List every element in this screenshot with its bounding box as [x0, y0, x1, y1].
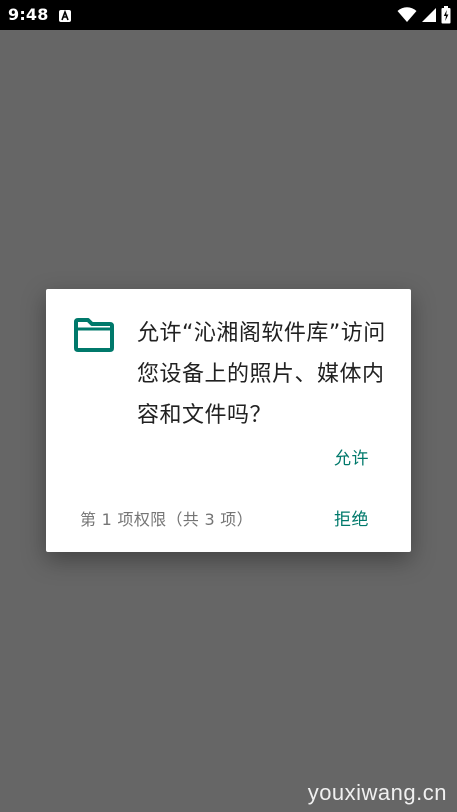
battery-charging-icon: [441, 6, 451, 28]
permission-counter: 第 1 项权限（共 3 项）: [80, 510, 253, 529]
android-notification-icon: [58, 8, 72, 22]
status-bar: 9:48: [0, 0, 457, 30]
dialog-message: 允许“沁湘阁软件库”访问您设备上的照片、媒体内容和文件吗？: [137, 321, 386, 428]
watermark-text: youxiwang.cn: [307, 780, 447, 805]
folder-icon: [74, 318, 114, 352]
wifi-icon: [397, 7, 417, 27]
status-time: 9:48: [8, 5, 49, 24]
signal-icon: [421, 7, 437, 27]
deny-button[interactable]: 拒绝: [334, 505, 369, 530]
permission-dialog: 允许“沁湘阁软件库”访问您设备上的照片、媒体内容和文件吗？ 允许 第 1 项权限…: [46, 289, 411, 552]
allow-button[interactable]: 允许: [334, 444, 369, 469]
status-icons: [397, 6, 451, 28]
